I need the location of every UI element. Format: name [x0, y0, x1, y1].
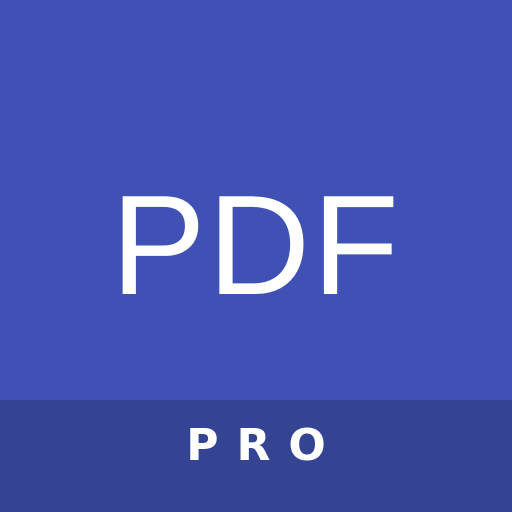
app-icon: PDF PRO — [0, 0, 512, 512]
app-icon-title: PDF — [111, 166, 401, 325]
pro-badge-label: PRO — [186, 420, 344, 471]
